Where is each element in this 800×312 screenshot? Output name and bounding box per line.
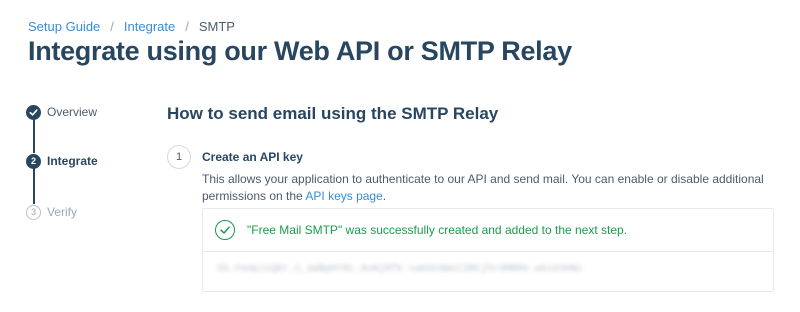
step-overview[interactable]: Overview: [26, 104, 97, 120]
breadcrumb-current: SMTP: [198, 19, 235, 34]
success-alert: "Free Mail SMTP" was successfully create…: [203, 209, 773, 252]
section-heading: How to send email using the SMTP Relay: [167, 104, 499, 123]
step-label: Overview: [47, 105, 98, 119]
api-key-value[interactable]: SG.Fm4pJxQbr_C_aWBpHY8L.8uNjRfk-xaKDcNWc…: [217, 264, 583, 275]
step-connector: [33, 119, 35, 153]
breadcrumb-separator: /: [185, 19, 189, 34]
check-icon: [26, 104, 41, 120]
step-number: 3: [26, 204, 41, 220]
description-text: This allows your application to authenti…: [202, 172, 764, 203]
api-keys-page-link[interactable]: API keys page: [305, 189, 382, 203]
breadcrumb-integrate[interactable]: Integrate: [124, 19, 175, 34]
step-number-badge: 1: [167, 145, 191, 169]
step-integrate[interactable]: 2 Integrate: [26, 153, 98, 169]
step-verify: 3 Verify: [26, 204, 77, 220]
success-message: "Free Mail SMTP" was successfully create…: [247, 223, 628, 237]
page-title: Integrate using our Web API or SMTP Rela…: [28, 36, 572, 66]
step-number: 2: [26, 153, 41, 169]
step-connector: [33, 168, 35, 204]
check-circle-icon: [215, 220, 235, 240]
breadcrumb-separator: /: [110, 19, 114, 34]
description-suffix: .: [382, 189, 387, 203]
breadcrumb-setup-guide[interactable]: Setup Guide: [28, 19, 100, 34]
step-label: Integrate: [47, 154, 98, 168]
api-key-result-panel: "Free Mail SMTP" was successfully create…: [202, 208, 774, 292]
step-title: Create an API key: [202, 150, 303, 164]
step-description: This allows your application to authenti…: [202, 171, 782, 205]
step-label: Verify: [47, 205, 78, 219]
breadcrumb: Setup Guide / Integrate / SMTP: [28, 19, 235, 34]
